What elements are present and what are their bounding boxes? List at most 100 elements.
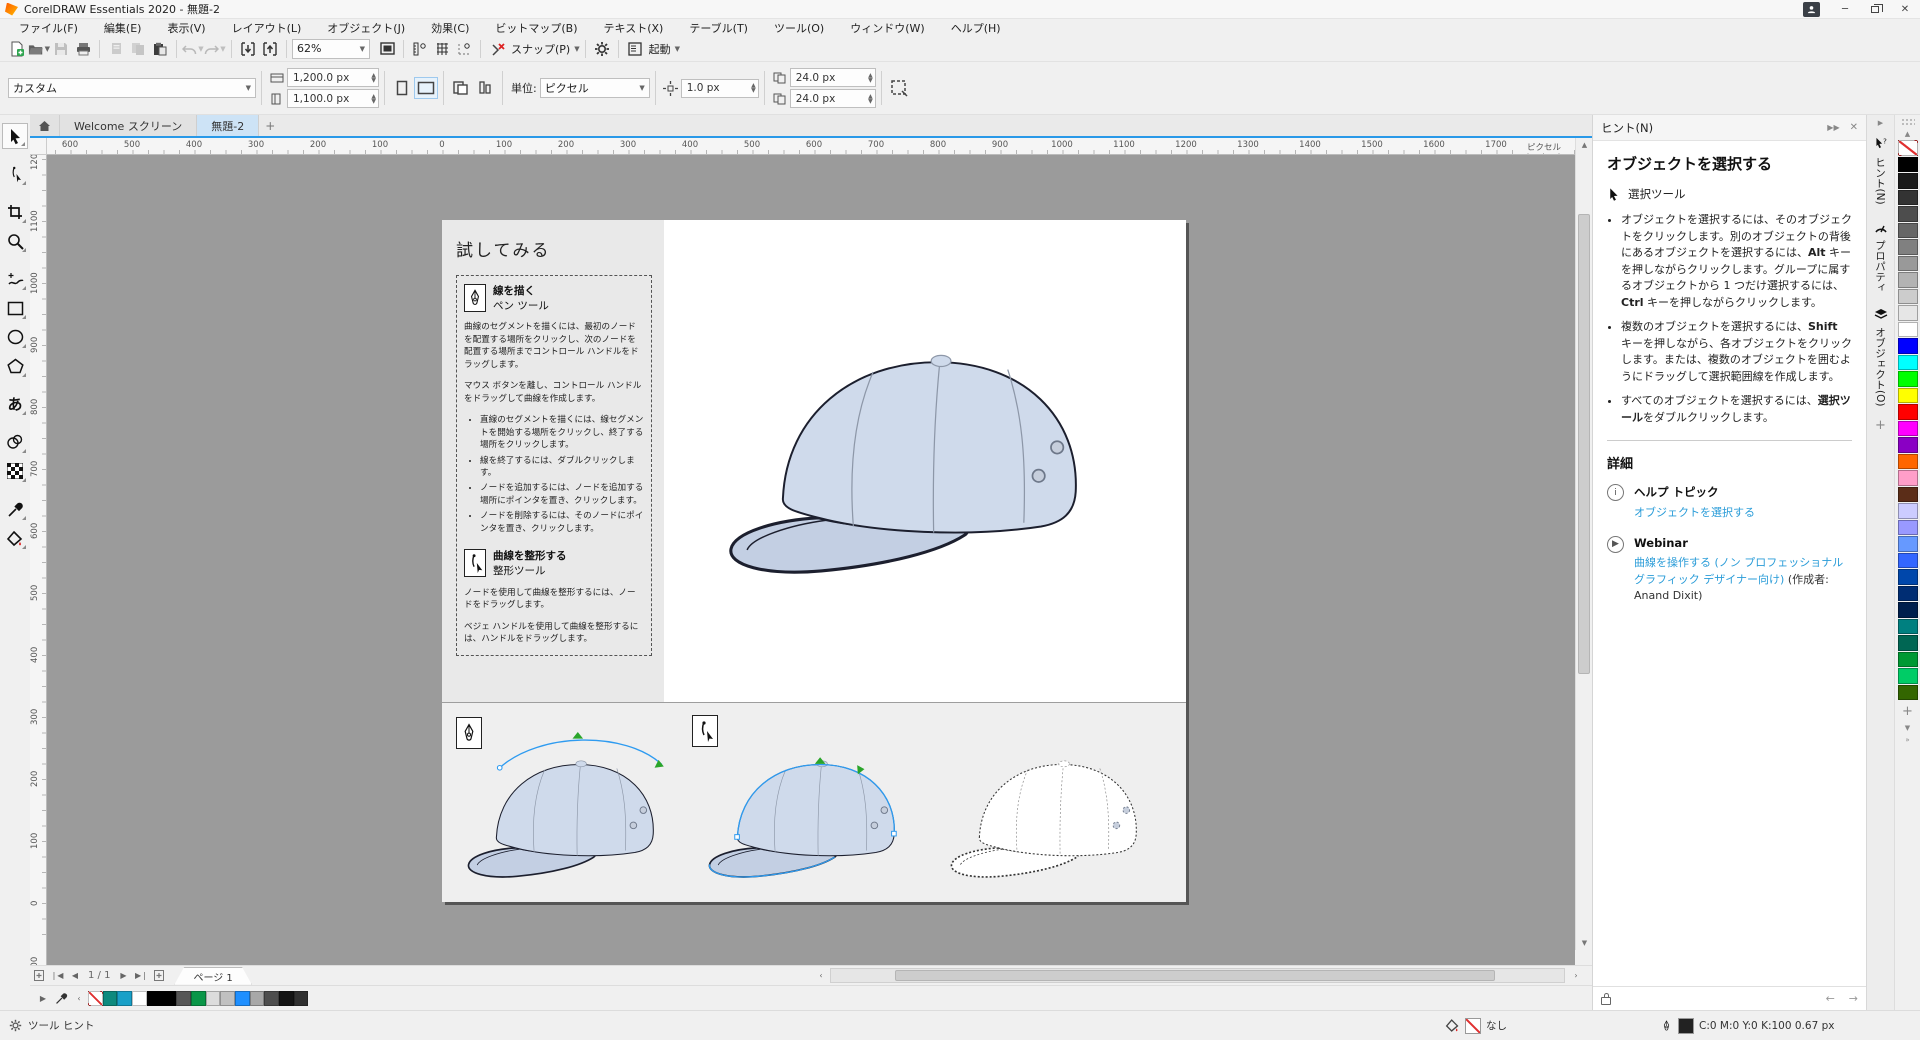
color-swatch[interactable]: [132, 991, 147, 1006]
show-guidelines-icon[interactable]: [453, 39, 475, 59]
treat-as-filled-button[interactable]: [887, 77, 911, 99]
launch-label[interactable]: 起動: [649, 41, 671, 57]
color-swatch[interactable]: [294, 991, 309, 1006]
crop-tool[interactable]: [2, 199, 28, 225]
color-swatch[interactable]: [1898, 305, 1918, 321]
portrait-button[interactable]: [390, 77, 414, 99]
zoom-tool[interactable]: [2, 228, 28, 254]
current-page-button[interactable]: [473, 77, 497, 99]
menu-item[interactable]: オブジェクト(J): [314, 19, 418, 37]
tab-untitled-2[interactable]: 無題-2: [197, 115, 259, 136]
menu-item[interactable]: 表示(V): [154, 19, 218, 37]
color-swatch[interactable]: [1898, 586, 1918, 602]
color-swatch[interactable]: [1898, 454, 1918, 470]
color-swatch[interactable]: [1898, 223, 1918, 239]
copy-icon[interactable]: [127, 39, 149, 59]
palette-down-icon[interactable]: ▼: [1905, 722, 1910, 734]
redo-icon[interactable]: ▼: [204, 39, 226, 59]
interactive-fill-tool[interactable]: [2, 525, 28, 551]
collapse-docker-icon[interactable]: ▶▶: [1827, 123, 1839, 132]
canvas-viewport[interactable]: 試してみる 線を描くペン ツール 曲線のセグメントを描くには、最初のノードを配置…: [47, 155, 1575, 965]
save-icon[interactable]: [50, 39, 72, 59]
shape-tool[interactable]: [2, 161, 28, 187]
page-height-field[interactable]: 1,100.0 px▲▼: [287, 89, 379, 108]
color-swatch[interactable]: [1898, 322, 1918, 338]
status-gear-icon[interactable]: [6, 1018, 24, 1034]
color-swatch[interactable]: [103, 991, 118, 1006]
transparency-tool[interactable]: [2, 458, 28, 484]
units-combo[interactable]: ピクセル▼: [540, 78, 650, 98]
menu-item[interactable]: テーブル(T): [676, 19, 761, 37]
restore-button[interactable]: [1860, 0, 1890, 18]
color-swatch[interactable]: [1898, 602, 1918, 618]
color-swatch[interactable]: [1898, 388, 1918, 404]
menu-item[interactable]: テキスト(X): [591, 19, 677, 37]
color-swatch[interactable]: [1898, 635, 1918, 651]
menu-item[interactable]: ツール(O): [761, 19, 837, 37]
cut-icon[interactable]: [105, 39, 127, 59]
add-page-start-icon[interactable]: [30, 968, 48, 984]
welcome-home-icon[interactable]: [30, 115, 60, 136]
color-swatch[interactable]: [1898, 206, 1918, 222]
launcher-icon[interactable]: [624, 39, 646, 59]
menu-item[interactable]: レイアウト(L): [219, 19, 315, 37]
add-docker-icon[interactable]: +: [1875, 415, 1886, 436]
page-width-field[interactable]: 1,200.0 px▲▼: [287, 68, 379, 87]
color-swatch[interactable]: [1898, 404, 1918, 420]
ellipse-tool[interactable]: [2, 324, 28, 350]
horizontal-scroll-thumb[interactable]: [895, 970, 1495, 981]
menu-item[interactable]: 編集(E): [91, 19, 155, 37]
color-swatch[interactable]: [1898, 520, 1918, 536]
nav-forward-icon[interactable]: →: [1849, 992, 1858, 1005]
color-swatch[interactable]: [1898, 619, 1918, 635]
new-tab-button[interactable]: +: [259, 115, 281, 136]
all-pages-button[interactable]: [449, 77, 473, 99]
hscroll-left-arrow[interactable]: ‹: [812, 968, 830, 984]
palette-flyout-icon[interactable]: ▶: [34, 990, 52, 1006]
show-grid-icon[interactable]: [431, 39, 453, 59]
previous-page-button[interactable]: ◀: [66, 968, 84, 984]
landscape-button[interactable]: [414, 77, 438, 99]
drop-shadow-tool[interactable]: [2, 429, 28, 455]
show-rulers-icon[interactable]: [409, 39, 431, 59]
color-swatch[interactable]: [1898, 553, 1918, 569]
color-swatch[interactable]: [220, 991, 235, 1006]
menu-item[interactable]: ヘルプ(H): [938, 19, 1014, 37]
color-swatch[interactable]: [1898, 190, 1918, 206]
color-swatch[interactable]: [1898, 470, 1918, 486]
options-gear-icon[interactable]: [591, 39, 613, 59]
docker-tab-properties[interactable]: プロパティ: [1873, 213, 1888, 301]
open-icon[interactable]: ▼: [28, 39, 50, 59]
palette-up-icon[interactable]: ▲: [1905, 128, 1910, 140]
snap-label[interactable]: スナップ(P): [511, 41, 570, 57]
color-swatch[interactable]: [1898, 569, 1918, 585]
import-icon[interactable]: [237, 39, 259, 59]
close-button[interactable]: ✕: [1890, 0, 1920, 18]
last-page-button[interactable]: ▶❘: [132, 968, 150, 984]
document-page[interactable]: 試してみる 線を描くペン ツール 曲線のセグメントを描くには、最初のノードを配置…: [442, 220, 1186, 902]
nudge-field[interactable]: 1.0 px▲▼: [681, 79, 759, 98]
palette-scroll-left-icon[interactable]: ‹: [70, 990, 88, 1006]
color-swatch[interactable]: [117, 991, 132, 1006]
palette-expand-icon[interactable]: »: [1905, 734, 1909, 746]
paste-icon[interactable]: [149, 39, 171, 59]
snap-off-icon[interactable]: [486, 39, 508, 59]
new-document-icon[interactable]: [6, 39, 28, 59]
color-swatch[interactable]: [1898, 668, 1918, 684]
scroll-up-icon[interactable]: ▲: [1576, 138, 1593, 152]
color-swatch[interactable]: [1898, 338, 1918, 354]
freehand-tool[interactable]: [2, 266, 28, 292]
color-swatch[interactable]: [235, 991, 250, 1006]
tab-welcome-screen[interactable]: Welcome スクリーン: [60, 115, 197, 136]
color-swatch[interactable]: [191, 991, 206, 1006]
menu-item[interactable]: ファイル(F): [6, 19, 91, 37]
user-account-icon[interactable]: [1803, 2, 1820, 17]
color-swatch[interactable]: [264, 991, 279, 1006]
color-swatch[interactable]: [1898, 256, 1918, 272]
page-1-tab[interactable]: ページ 1: [174, 967, 251, 985]
color-swatch[interactable]: [176, 991, 191, 1006]
nav-back-icon[interactable]: ←: [1826, 992, 1835, 1005]
export-icon[interactable]: [259, 39, 281, 59]
first-page-button[interactable]: ❘◀: [48, 968, 66, 984]
polygon-tool[interactable]: [2, 353, 28, 379]
